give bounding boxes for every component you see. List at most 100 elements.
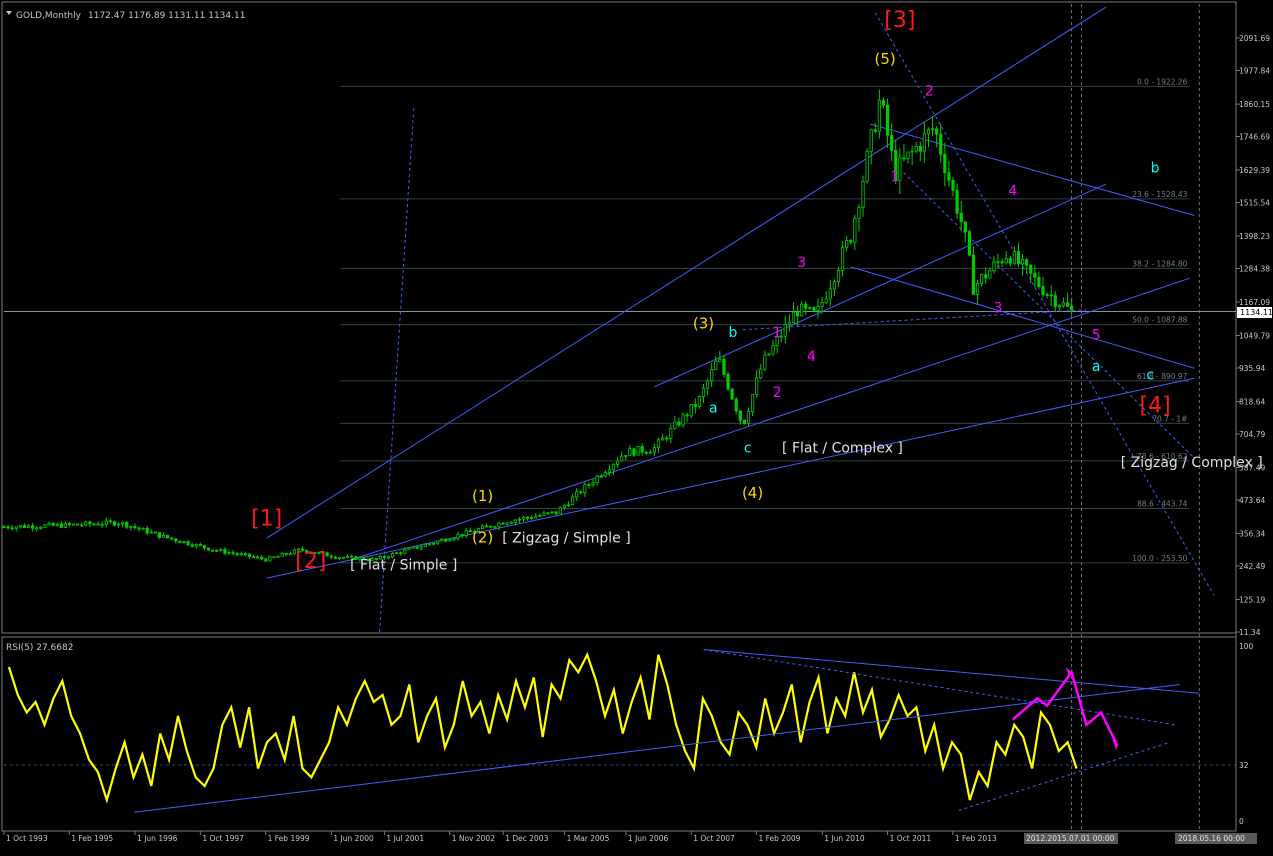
candle-body	[247, 553, 252, 558]
candle-body	[575, 491, 579, 498]
candle-body	[251, 556, 256, 559]
menu-triangle-icon[interactable]	[6, 11, 12, 15]
fib-level-label: 23.6 - 1528.43	[1132, 190, 1187, 199]
wave-intermediate-label: (4)	[742, 484, 763, 502]
candle-body	[260, 556, 264, 560]
candle-body	[804, 303, 808, 309]
candle-body	[644, 451, 648, 454]
candle-body	[906, 151, 910, 159]
candle-body	[620, 455, 624, 462]
candle-body	[10, 527, 14, 530]
candle-body	[763, 354, 767, 370]
candle-body	[673, 421, 677, 429]
candle-body	[685, 414, 689, 417]
candle-body	[505, 522, 509, 525]
candle-body	[227, 552, 231, 555]
candle-body	[534, 515, 538, 519]
candle-body	[149, 531, 153, 534]
candle-body	[235, 553, 239, 555]
candle-body	[211, 549, 215, 552]
candle-body	[268, 556, 272, 562]
candle-body	[988, 270, 992, 279]
candle-body	[104, 520, 108, 525]
candle-body	[43, 524, 47, 528]
candle-body	[517, 518, 522, 521]
wave-minor-label: 2	[925, 84, 934, 100]
candle-body	[975, 282, 980, 295]
candle-body	[951, 179, 955, 191]
candle-body	[877, 99, 881, 132]
candle-body	[947, 172, 951, 181]
candle-body	[521, 516, 526, 520]
time-tick-label: 1 Dec 2003	[505, 834, 548, 843]
candle-body	[256, 556, 260, 559]
candle-body	[1061, 302, 1066, 307]
candle-body	[288, 553, 292, 556]
candles	[2, 89, 1074, 563]
candle-body	[1008, 258, 1012, 264]
time-tick-label: 1 Mar 2005	[567, 834, 610, 843]
candle-body	[415, 546, 419, 549]
candle-body	[820, 302, 824, 308]
candle-body	[100, 524, 104, 526]
price-tick-label: 1629.39	[1239, 166, 1270, 175]
chart-title: GOLD,Monthly	[16, 11, 82, 21]
candle-body	[501, 522, 505, 525]
fib-level-label: 38.2 - 1284.80	[1132, 259, 1187, 268]
candle-body	[427, 543, 432, 546]
candle-body	[808, 307, 812, 309]
candle-body	[959, 212, 963, 223]
candle-body	[795, 311, 800, 317]
chart-svg[interactable]: 0.0 - 1922.26 23.6 - 1528.43 38.2 - 1284.8…	[0, 0, 1273, 852]
candle-body	[689, 403, 693, 417]
candle-body	[910, 150, 914, 153]
candle-body	[656, 439, 661, 449]
time-tick-label: 1 Oct 2011	[890, 834, 932, 843]
price-tick-label: 1398.23	[1239, 232, 1270, 241]
wave-abc-label: c	[1146, 368, 1154, 384]
rsi-wave-arrow	[1011, 669, 1117, 743]
candle-body	[583, 484, 587, 494]
candle-body	[885, 104, 890, 136]
candle-body	[812, 307, 816, 311]
candle-body	[346, 555, 350, 558]
rsi-panel-frame	[1, 636, 1237, 832]
candle-body	[80, 524, 84, 527]
candle-body	[853, 217, 857, 243]
candle-body	[677, 421, 681, 426]
candle-body	[55, 523, 59, 526]
candle-body	[992, 261, 996, 272]
candle-body	[530, 517, 534, 520]
rsi-line	[7, 651, 1078, 804]
candle-body	[570, 496, 575, 506]
candle-body	[125, 521, 129, 528]
wave-minor-label: 5	[1092, 328, 1101, 344]
time-tick-label: 1 Jun 1996	[137, 834, 178, 843]
candle-body	[329, 555, 333, 558]
wave-abc-label: b	[728, 325, 737, 341]
candle-body	[1065, 302, 1070, 307]
candle-body	[558, 507, 562, 515]
price-tick-label: 1860.15	[1239, 100, 1270, 109]
candle-body	[92, 523, 96, 526]
candle-body	[611, 464, 616, 471]
wave-minor-label: 3	[797, 255, 806, 271]
candle-body	[145, 527, 149, 534]
candle-body	[509, 521, 513, 524]
candle-body	[628, 448, 632, 456]
candle-body	[566, 504, 571, 507]
current-price-label: 1134.11	[1240, 308, 1273, 317]
candle-body	[272, 556, 276, 559]
candle-body	[276, 555, 280, 558]
candle-body	[395, 552, 399, 555]
candle-body	[595, 475, 599, 484]
candle-body	[337, 557, 342, 559]
candle-body	[849, 239, 853, 243]
candle-body	[174, 538, 178, 542]
candle-body	[984, 274, 988, 279]
candle-body	[206, 547, 211, 551]
candle-body	[96, 523, 100, 526]
candle-body	[391, 553, 395, 558]
price-tick-label: 818.64	[1239, 397, 1265, 406]
candle-body	[35, 527, 39, 530]
